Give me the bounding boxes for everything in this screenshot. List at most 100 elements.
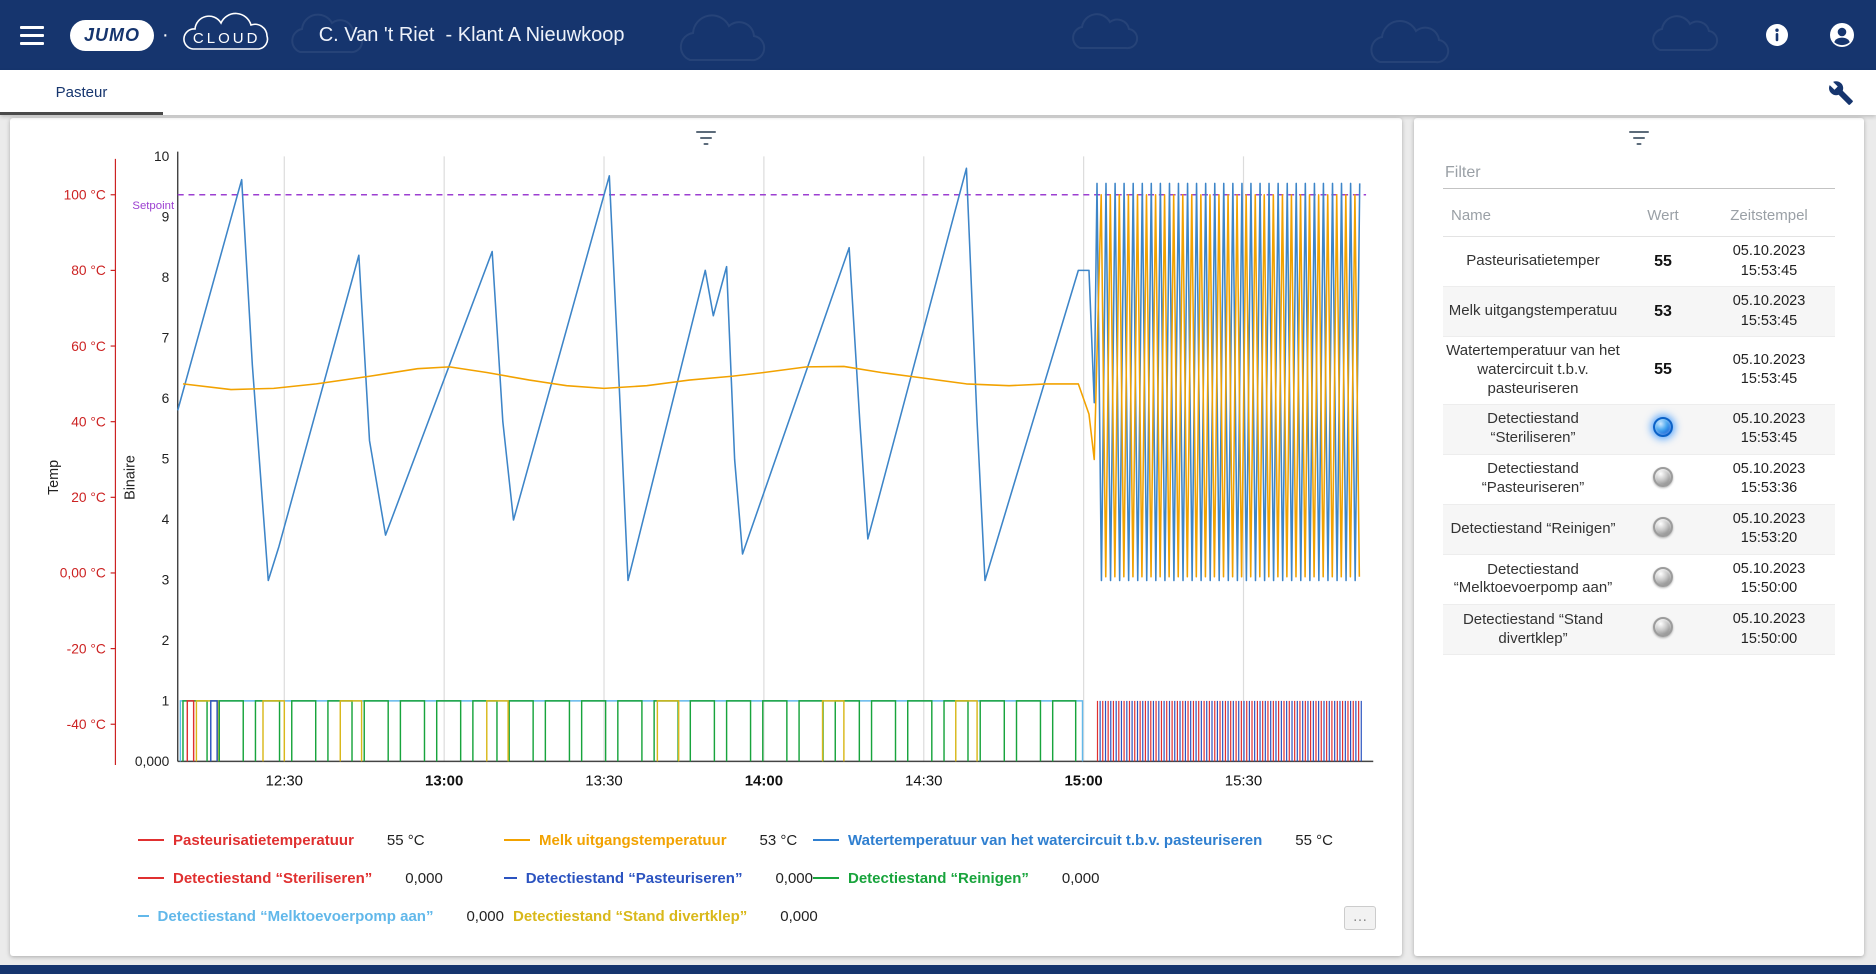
settings-button[interactable] — [1828, 80, 1854, 106]
svg-text:4: 4 — [162, 512, 170, 527]
tab-label: Pasteur — [56, 84, 108, 101]
top-bar: JUMO · CLOUD C. Van 't Riet - Klant A Ni… — [0, 0, 1876, 70]
table-row[interactable]: Melk uitgangstemperatuu5305.10.202315:53… — [1443, 287, 1835, 337]
status-led-icon — [1653, 467, 1673, 487]
svg-text:15:30: 15:30 — [1225, 772, 1262, 789]
table-row[interactable]: Watertemperatuur van het watercircuit t.… — [1443, 337, 1835, 404]
legend-value: 0,000 — [1062, 870, 1100, 887]
table-header: Name Wert Zeitstempel — [1443, 189, 1835, 237]
legend-item[interactable]: Detectiestand “Melktoevoerpomp aan” 0,000 — [138, 908, 504, 925]
legend-item[interactable]: Pasteurisatietemperatuur55 °C — [138, 832, 504, 849]
svg-text:6: 6 — [162, 391, 170, 406]
legend-value: 53 °C — [760, 832, 798, 849]
menu-button[interactable] — [20, 19, 52, 51]
series-color-dash — [138, 839, 164, 841]
legend-item[interactable]: Watertemperatuur van het watercircuit t.… — [813, 832, 1333, 849]
table-row[interactable]: Detectiestand “Melktoevoerpomp aan”05.10… — [1443, 555, 1835, 605]
status-led-icon — [1653, 567, 1673, 587]
table-row[interactable]: Detectiestand “Stand divertklep” 05.10.20… — [1443, 605, 1835, 655]
row-timestamp: 05.10.202315:50:00 — [1703, 610, 1835, 649]
legend-value: 0,000 — [780, 908, 818, 925]
legend-row: Detectiestand “Melktoevoerpomp aan” 0,000… — [138, 897, 1402, 935]
row-value — [1623, 567, 1703, 592]
row-timestamp: 05.10.202315:53:45 — [1703, 351, 1835, 390]
row-value: 55 — [1623, 361, 1703, 379]
status-led-icon — [1653, 517, 1673, 537]
svg-text:-40 °C: -40 °C — [67, 717, 106, 732]
column-header-name: Name — [1443, 207, 1623, 224]
svg-text:20 °C: 20 °C — [71, 490, 106, 505]
row-timestamp: 05.10.202315:53:45 — [1703, 242, 1835, 281]
tab-pasteur[interactable]: Pasteur — [0, 70, 163, 115]
wrench-icon — [1828, 80, 1854, 106]
legend-item[interactable]: Detectiestand “Stand divertklep”0,000 — [504, 908, 813, 925]
cloud-logo-text: CLOUD — [175, 11, 279, 59]
svg-text:100 °C: 100 °C — [64, 188, 106, 203]
cloud-decoration — [0, 0, 1876, 70]
table-row[interactable]: Detectiestand “Steriliseren” 05.10.202315… — [1443, 405, 1835, 455]
table-row[interactable]: Detectiestand “Reinigen”05.10.202315:53:… — [1443, 505, 1835, 555]
svg-text:14:00: 14:00 — [745, 772, 783, 789]
panel-filter-icon[interactable] — [1629, 130, 1649, 151]
legend-label: Detectiestand “Melktoevoerpomp aan” — [158, 908, 434, 925]
svg-text:3: 3 — [162, 573, 170, 588]
legend-item[interactable]: Detectiestand “Steriliseren”0,000 — [138, 870, 504, 887]
row-name: Detectiestand “Stand divertklep” — [1443, 611, 1623, 649]
series-color-dash — [504, 877, 517, 879]
series-color-dash — [813, 877, 839, 879]
svg-text:40 °C: 40 °C — [71, 414, 106, 429]
row-timestamp: 05.10.202315:53:36 — [1703, 460, 1835, 499]
values-table-body: Pasteurisatietemper5505.10.202315:53:45M… — [1443, 237, 1835, 655]
legend-label: Detectiestand “Steriliseren” — [173, 870, 372, 887]
svg-text:2: 2 — [162, 633, 170, 648]
row-name: Detectiestand “Steriliseren” — [1443, 410, 1623, 448]
series-color-dash — [813, 839, 839, 841]
legend-row: Pasteurisatietemperatuur55 °CMelk uitgan… — [138, 821, 1402, 859]
row-name: Pasteurisatietemper — [1443, 252, 1623, 271]
row-timestamp: 05.10.202315:53:45 — [1703, 410, 1835, 449]
svg-text:13:30: 13:30 — [585, 772, 622, 789]
svg-text:5: 5 — [162, 452, 170, 467]
legend-label: Detectiestand “Reinigen” — [848, 870, 1029, 887]
cloud-logo: CLOUD — [175, 11, 279, 59]
svg-text:14:30: 14:30 — [905, 772, 942, 789]
svg-text:7: 7 — [162, 331, 170, 346]
table-row[interactable]: Detectiestand “Pasteuriseren”05.10.20231… — [1443, 455, 1835, 505]
svg-text:Setpoint: Setpoint — [132, 200, 175, 212]
row-timestamp: 05.10.202315:50:00 — [1703, 560, 1835, 599]
svg-text:Binaire: Binaire — [123, 455, 139, 500]
row-value — [1623, 467, 1703, 492]
svg-text:15:00: 15:00 — [1064, 772, 1102, 789]
row-timestamp: 05.10.202315:53:45 — [1703, 292, 1835, 331]
column-header-wert: Wert — [1623, 207, 1703, 224]
account-button[interactable] — [1828, 21, 1856, 49]
svg-text:1: 1 — [162, 694, 170, 709]
legend-value: 0,000 — [466, 908, 504, 925]
chart-filter-icon[interactable] — [696, 130, 716, 151]
info-button[interactable] — [1764, 22, 1790, 48]
table-row[interactable]: Pasteurisatietemper5505.10.202315:53:45 — [1443, 237, 1835, 287]
page-title: C. Van 't Riet - Klant A Nieuwkoop — [319, 24, 625, 47]
legend-label: Detectiestand “Stand divertklep” — [513, 908, 747, 925]
footer-bar — [0, 965, 1876, 974]
row-value: 53 — [1623, 303, 1703, 321]
legend-item[interactable]: Detectiestand “Pasteuriseren”0,000 — [504, 870, 813, 887]
trend-panel: 100 °C80 °C60 °C40 °C20 °C0,00 °C-20 °C-… — [10, 118, 1402, 956]
tab-bar: Pasteur — [0, 70, 1876, 115]
row-name: Melk uitgangstemperatuu — [1443, 302, 1623, 321]
svg-text:80 °C: 80 °C — [71, 263, 106, 278]
trend-chart: 100 °C80 °C60 °C40 °C20 °C0,00 °C-20 °C-… — [10, 118, 1402, 801]
svg-text:13:00: 13:00 — [425, 772, 463, 789]
svg-text:-20 °C: -20 °C — [67, 641, 106, 656]
filter-input[interactable] — [1443, 158, 1835, 189]
account-icon — [1828, 21, 1856, 49]
legend-item[interactable]: Melk uitgangstemperatuur 53 °C — [504, 832, 813, 849]
legend-value: 55 °C — [387, 832, 425, 849]
svg-text:10: 10 — [154, 149, 170, 164]
legend-value: 55 °C — [1295, 832, 1333, 849]
more-options-button[interactable]: … — [1344, 906, 1376, 930]
legend-item[interactable]: Detectiestand “Reinigen” 0,000 — [813, 870, 1099, 887]
status-led-icon — [1653, 617, 1673, 637]
row-value — [1623, 617, 1703, 642]
legend-label: Melk uitgangstemperatuur — [539, 832, 727, 849]
